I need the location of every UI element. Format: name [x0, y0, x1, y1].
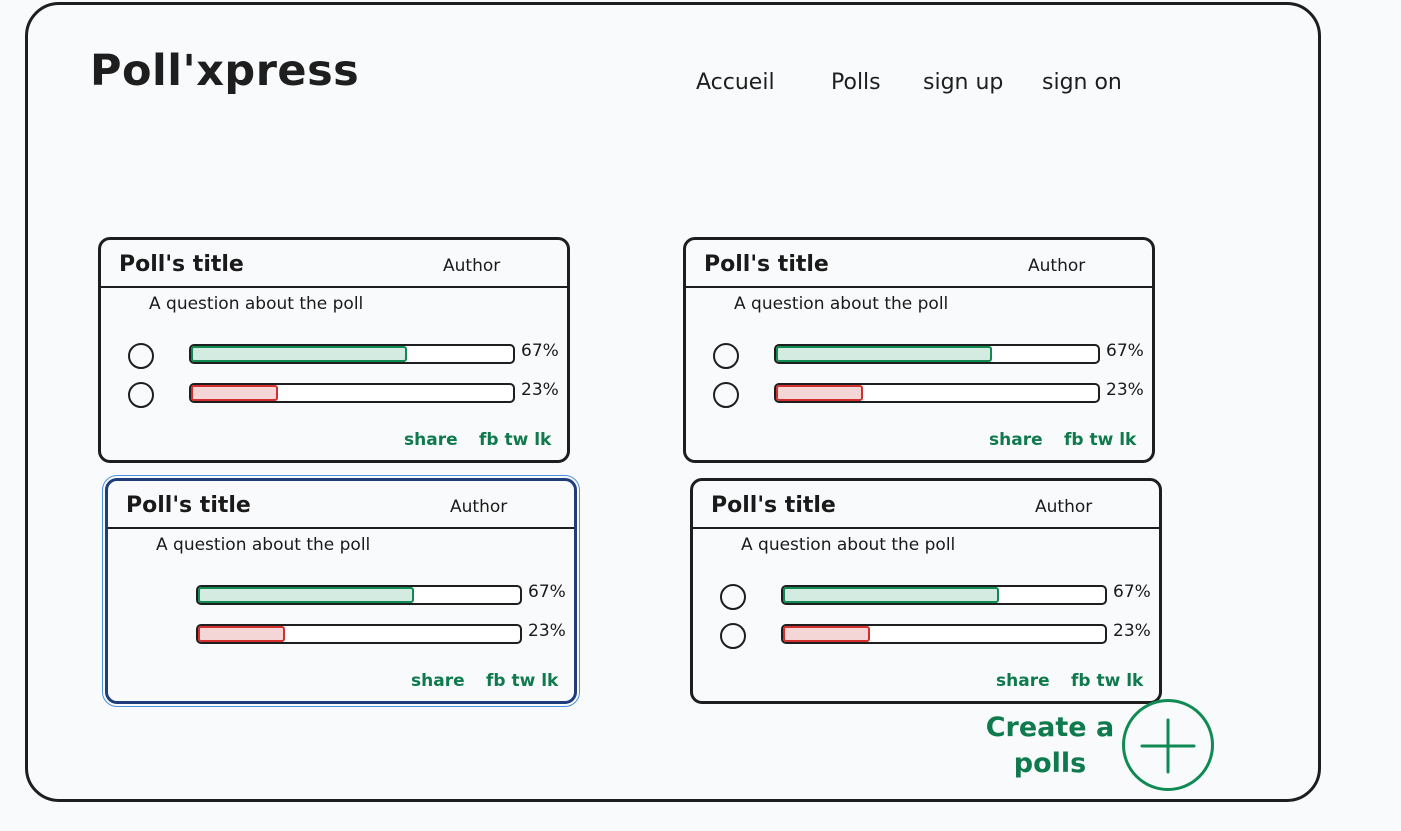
- nav-accueil[interactable]: Accueil: [696, 70, 775, 95]
- poll-option-bar[interactable]: [781, 585, 1107, 605]
- poll-card-header: Poll's title Author: [686, 240, 1152, 288]
- poll-option-percent: 23%: [1113, 621, 1151, 641]
- nav-polls[interactable]: Polls: [831, 70, 881, 95]
- poll-card-header: Poll's title Author: [693, 481, 1159, 529]
- poll-card[interactable]: Poll's title Author A question about the p…: [102, 475, 580, 707]
- poll-question: A question about the poll: [734, 294, 949, 314]
- poll-option-fill: [191, 385, 278, 401]
- poll-card[interactable]: Poll's title Author A question about the p…: [690, 478, 1162, 704]
- create-poll-label-line2: polls: [1013, 748, 1087, 779]
- poll-option-radio[interactable]: [720, 584, 746, 610]
- poll-option-radio[interactable]: [713, 343, 739, 369]
- poll-option-percent: 67%: [1113, 582, 1151, 602]
- poll-option-percent: 23%: [1106, 380, 1144, 400]
- poll-option-percent: 23%: [521, 380, 559, 400]
- poll-option-radio[interactable]: [128, 343, 154, 369]
- poll-option-percent: 23%: [528, 621, 566, 641]
- nav-sign-up[interactable]: sign up: [923, 70, 1003, 95]
- poll-option-bar[interactable]: [189, 344, 515, 364]
- poll-option-bar[interactable]: [774, 344, 1100, 364]
- app-logo[interactable]: Poll'xpress: [90, 46, 359, 96]
- poll-option-bar[interactable]: [781, 624, 1107, 644]
- share-link[interactable]: share: [996, 671, 1050, 691]
- poll-title[interactable]: Poll's title: [711, 493, 836, 518]
- create-poll-label-line1: Create a: [985, 712, 1115, 743]
- poll-title[interactable]: Poll's title: [119, 252, 244, 277]
- poll-option-fill: [191, 346, 407, 362]
- poll-option-bar[interactable]: [196, 585, 522, 605]
- poll-option-percent: 67%: [1106, 341, 1144, 361]
- poll-option-bar[interactable]: [774, 383, 1100, 403]
- social-links[interactable]: fb tw lk: [486, 671, 558, 691]
- poll-option-radio[interactable]: [713, 382, 739, 408]
- share-link[interactable]: share: [411, 671, 465, 691]
- poll-option-fill: [776, 385, 863, 401]
- poll-author[interactable]: Author: [1028, 256, 1085, 276]
- social-links[interactable]: fb tw lk: [479, 430, 551, 450]
- poll-option-fill: [783, 587, 999, 603]
- poll-question: A question about the poll: [156, 535, 371, 555]
- poll-option-bar[interactable]: [189, 383, 515, 403]
- poll-card[interactable]: Poll's title Author A question about the p…: [98, 237, 570, 463]
- poll-option-radio[interactable]: [128, 382, 154, 408]
- poll-option-percent: 67%: [528, 582, 566, 602]
- poll-author[interactable]: Author: [1035, 497, 1092, 517]
- poll-card[interactable]: Poll's title Author A question about the p…: [683, 237, 1155, 463]
- plus-icon: [1140, 718, 1196, 774]
- poll-card-header: Poll's title Author: [108, 481, 574, 529]
- create-poll-label[interactable]: Create a polls: [975, 710, 1125, 782]
- share-link[interactable]: share: [989, 430, 1043, 450]
- poll-option-bar[interactable]: [196, 624, 522, 644]
- poll-option-radio[interactable]: [720, 623, 746, 649]
- create-poll-button[interactable]: [1122, 699, 1214, 791]
- poll-option-fill: [776, 346, 992, 362]
- poll-question: A question about the poll: [741, 535, 956, 555]
- social-links[interactable]: fb tw lk: [1071, 671, 1143, 691]
- poll-option-fill: [783, 626, 870, 642]
- poll-title[interactable]: Poll's title: [126, 493, 251, 518]
- poll-title[interactable]: Poll's title: [704, 252, 829, 277]
- nav-sign-on[interactable]: sign on: [1042, 70, 1122, 95]
- poll-option-fill: [198, 626, 285, 642]
- share-link[interactable]: share: [404, 430, 458, 450]
- poll-author[interactable]: Author: [443, 256, 500, 276]
- poll-author[interactable]: Author: [450, 497, 507, 517]
- poll-question: A question about the poll: [149, 294, 364, 314]
- social-links[interactable]: fb tw lk: [1064, 430, 1136, 450]
- poll-option-percent: 67%: [521, 341, 559, 361]
- poll-option-fill: [198, 587, 414, 603]
- poll-card-header: Poll's title Author: [101, 240, 567, 288]
